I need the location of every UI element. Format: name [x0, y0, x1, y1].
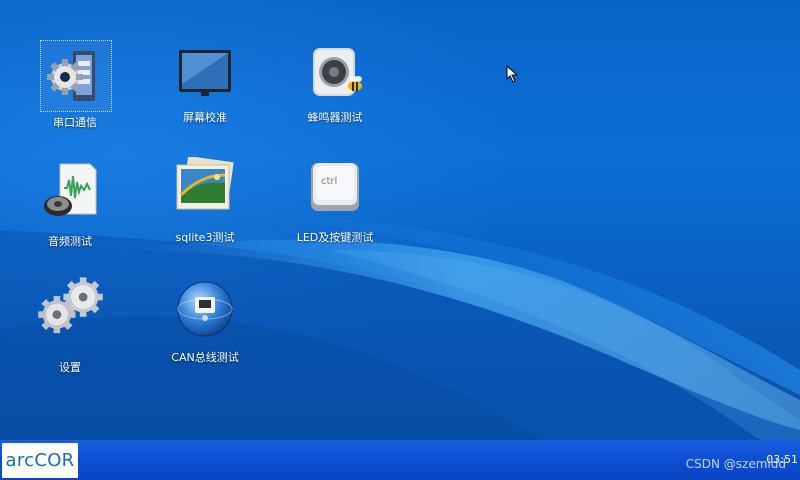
icon-label: LED及按键测试 [296, 231, 374, 244]
desktop-icon-can-bus-test[interactable]: CAN总线测试 [145, 275, 265, 385]
desktop[interactable]: 串口通信 屏幕校准 蜂鸣器测试 音频测试 sqlite3测试 ctrl LED及… [0, 0, 800, 440]
icon-label: 蜂鸣器测试 [307, 111, 363, 124]
icon-label: 屏幕校准 [183, 111, 227, 124]
icon-label: 设置 [59, 361, 81, 374]
icon-label: 音频测试 [48, 235, 92, 248]
desktop-icon-audio-test[interactable]: 音频测试 [10, 158, 130, 268]
icon-label: CAN总线测试 [171, 351, 239, 364]
speaker-bee-icon [313, 48, 362, 96]
desktop-icon-sqlite3-test[interactable]: sqlite3测试 [145, 155, 265, 265]
monitor-icon [179, 50, 231, 96]
icon-label: sqlite3测试 [175, 231, 235, 244]
gears-settings-icon [38, 277, 103, 334]
audio-document-speaker-icon [44, 163, 97, 216]
icon-label: 串口通信 [53, 116, 97, 129]
desktop-icon-serial-comm[interactable]: 串口通信 [15, 40, 135, 150]
taskbar: arcCOR CSDN @szemidd 03:51 [0, 440, 800, 480]
ctrl-key-icon: ctrl [311, 163, 359, 211]
desktop-icon-settings[interactable]: 设置 [10, 273, 130, 383]
network-globe-icon [177, 281, 233, 337]
arccor-logo: arcCOR [5, 450, 75, 471]
desktop-icon-buzzer-test[interactable]: 蜂鸣器测试 [275, 40, 395, 150]
desktop-icon-screen-calibration[interactable]: 屏幕校准 [145, 40, 265, 150]
desktop-icon-led-key-test[interactable]: ctrl LED及按键测试 [275, 155, 395, 265]
serial-port-gear-icon [47, 51, 95, 101]
svg-text:ctrl: ctrl [321, 176, 337, 187]
start-button[interactable]: arcCOR [2, 443, 78, 478]
mouse-cursor-icon [506, 65, 519, 83]
photo-picture-icon [176, 157, 234, 210]
taskbar-clock[interactable]: 03:51 [766, 453, 798, 466]
